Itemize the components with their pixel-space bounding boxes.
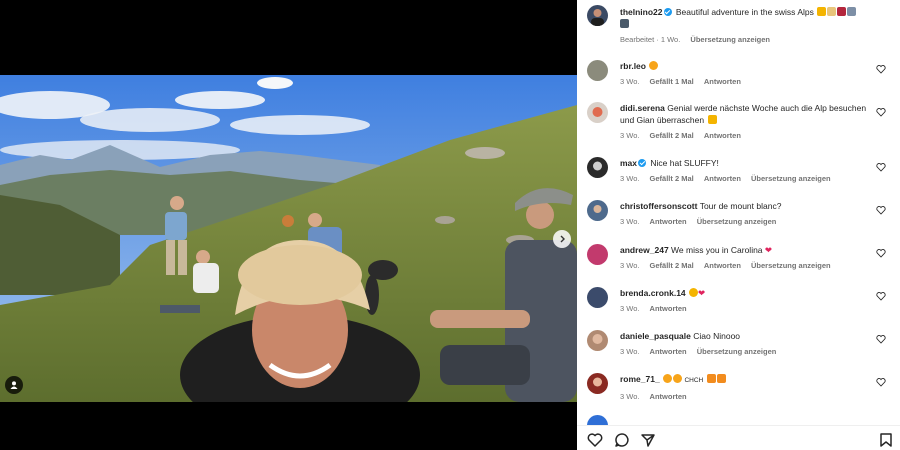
next-photo-button[interactable] bbox=[553, 230, 571, 248]
comment-username[interactable]: rbr.leo bbox=[620, 61, 646, 71]
red-heart-icon: ❤ bbox=[764, 245, 773, 255]
avatar[interactable] bbox=[587, 287, 608, 308]
like-comment-heart-icon[interactable] bbox=[876, 291, 886, 301]
reply-button[interactable]: Antworten bbox=[704, 131, 741, 140]
comment-text: We miss you in Carolina bbox=[671, 245, 763, 255]
comment-username[interactable]: max bbox=[620, 158, 637, 168]
avatar[interactable] bbox=[587, 5, 608, 26]
heart-icon[interactable] bbox=[587, 432, 603, 448]
comments-panel: thelnino22 Beautiful adventure in the sw… bbox=[577, 0, 900, 450]
post-author[interactable]: thelnino22 bbox=[620, 7, 663, 17]
comment-likes[interactable]: Gefällt 2 Mal bbox=[650, 131, 694, 140]
reply-button[interactable]: Antworten bbox=[650, 304, 687, 313]
comment-likes[interactable]: Gefällt 2 Mal bbox=[650, 174, 694, 183]
translate-link[interactable]: Übersetzung anzeigen bbox=[751, 174, 831, 183]
ski-icon bbox=[827, 7, 837, 16]
comment-username[interactable]: daniele_pasquale bbox=[620, 331, 691, 341]
verified-icon bbox=[638, 159, 647, 167]
translate-link[interactable]: Übersetzung anzeigen bbox=[697, 347, 777, 356]
heart-eyes-emoji-icon bbox=[673, 374, 683, 383]
flexed-arm-icon bbox=[817, 7, 827, 16]
comment-likes[interactable]: Gefällt 2 Mal bbox=[650, 261, 694, 270]
reply-button[interactable]: Antworten bbox=[650, 217, 687, 226]
comment-text: CHCH bbox=[684, 377, 704, 384]
comment-username[interactable]: andrew_247 bbox=[620, 245, 669, 255]
comment-time: 3 Wo. bbox=[620, 77, 640, 86]
reply-button[interactable]: Antworten bbox=[650, 347, 687, 356]
post-action-bar bbox=[577, 425, 900, 450]
like-comment-heart-icon[interactable] bbox=[876, 64, 886, 74]
reply-button[interactable]: Antworten bbox=[704, 174, 741, 183]
comment-username[interactable]: didi.serena bbox=[620, 103, 665, 113]
comment-time: 3 Wo. bbox=[620, 131, 640, 140]
comment-time: 3 Wo. bbox=[620, 174, 640, 183]
like-comment-heart-icon[interactable] bbox=[876, 205, 886, 215]
reply-button[interactable]: Antworten bbox=[650, 392, 687, 401]
avatar[interactable] bbox=[587, 157, 608, 178]
fire-icon bbox=[716, 374, 726, 383]
flag-icon bbox=[620, 19, 629, 28]
comment-username[interactable]: brenda.cronk.14 bbox=[620, 288, 686, 298]
flexed-arm-icon bbox=[707, 115, 717, 124]
translate-link[interactable]: Übersetzung anzeigen bbox=[751, 261, 831, 270]
mountain-icon bbox=[847, 7, 857, 16]
like-comment-heart-icon[interactable] bbox=[876, 377, 886, 387]
reply-button[interactable]: Antworten bbox=[704, 261, 741, 270]
translate-caption-link[interactable]: Übersetzung anzeigen bbox=[690, 35, 770, 44]
clapping-hands-icon bbox=[689, 288, 699, 297]
user-tag-button[interactable] bbox=[5, 376, 23, 394]
comment-icon[interactable] bbox=[614, 432, 630, 448]
comment-text: Ciao Ninooo bbox=[693, 331, 741, 341]
fire-icon bbox=[706, 374, 716, 383]
avatar[interactable] bbox=[587, 415, 608, 425]
like-comment-heart-icon[interactable] bbox=[876, 248, 886, 258]
heart-eyes-emoji-icon bbox=[649, 61, 659, 70]
comment-text: Nice hat SLUFFY! bbox=[650, 158, 719, 168]
avatar[interactable] bbox=[587, 200, 608, 221]
verified-icon bbox=[663, 8, 672, 16]
comment-text: Tour de mount blanc? bbox=[699, 201, 782, 211]
comment-time: 3 Wo. bbox=[620, 347, 640, 356]
reply-button[interactable]: Antworten bbox=[704, 77, 741, 86]
like-comment-heart-icon[interactable] bbox=[876, 334, 886, 344]
avatar[interactable] bbox=[587, 60, 608, 81]
chevron-right-icon bbox=[560, 235, 565, 243]
comment-time: 3 Wo. bbox=[620, 304, 640, 313]
comment-username[interactable]: rome_71_ bbox=[620, 374, 660, 384]
comment-username[interactable]: christoffersonscott bbox=[620, 201, 697, 211]
post-media-pane bbox=[0, 0, 577, 450]
like-comment-heart-icon[interactable] bbox=[876, 107, 886, 117]
like-comment-heart-icon[interactable] bbox=[876, 162, 886, 172]
comment-time: 3 Wo. bbox=[620, 217, 640, 226]
avatar[interactable] bbox=[587, 244, 608, 265]
avatar[interactable] bbox=[587, 102, 608, 123]
red-heart-icon: ❤ bbox=[698, 288, 706, 298]
post-photo[interactable] bbox=[0, 75, 577, 402]
caption-text: Beautiful adventure in the swiss Alps bbox=[675, 7, 814, 17]
user-tag-icon bbox=[10, 381, 18, 389]
avatar[interactable] bbox=[587, 373, 608, 394]
avatar[interactable] bbox=[587, 330, 608, 351]
comment-likes[interactable]: Gefällt 1 Mal bbox=[650, 77, 694, 86]
share-icon[interactable] bbox=[640, 432, 656, 448]
wine-icon bbox=[837, 7, 847, 16]
comment-time: 3 Wo. bbox=[620, 392, 640, 401]
bookmark-icon[interactable] bbox=[878, 432, 894, 448]
heart-eyes-emoji-icon bbox=[663, 374, 673, 383]
translate-link[interactable]: Übersetzung anzeigen bbox=[697, 217, 777, 226]
edited-time: Bearbeitet · 1 Wo. bbox=[620, 35, 681, 44]
comment-time: 3 Wo. bbox=[620, 261, 640, 270]
comments-list[interactable]: thelnino22 Beautiful adventure in the sw… bbox=[577, 0, 900, 425]
